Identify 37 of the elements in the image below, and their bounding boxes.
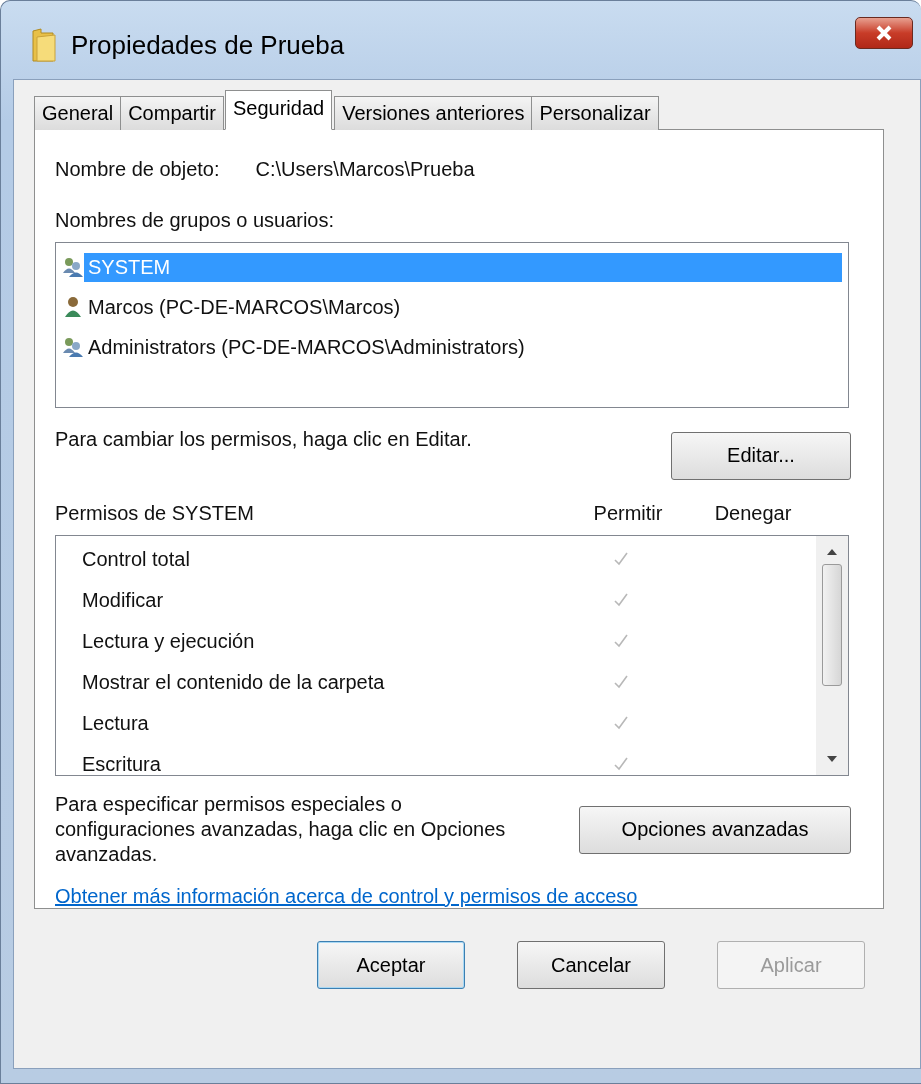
permission-name: Mostrar el contenido de la carpeta [82,670,386,694]
dialog-button[interactable]: Cancelar [517,941,665,989]
advanced-options-button[interactable]: Opciones avanzadas [579,805,851,854]
scrollbar[interactable] [816,535,848,775]
user-icon [62,296,84,318]
window-title: Propiedades de Prueba [71,29,345,61]
user-list-item[interactable]: Marcos (PC-DE-MARCOS\Marcos) [84,292,842,322]
permission-name: Modificar [82,588,165,612]
tab[interactable]: Compartir [120,96,224,130]
close-icon [874,25,894,41]
tab[interactable]: Versiones anteriores [334,96,533,130]
scroll-up-icon[interactable] [826,547,838,556]
tab[interactable]: General [34,96,122,130]
permission-name: Escritura [82,752,162,775]
allow-column-header: Permitir [592,501,664,525]
deny-column-header: Denegar [713,501,793,525]
help-link[interactable]: Obtener más información acerca de control y permisos de acceso [55,885,849,908]
permission-name: Lectura [82,711,150,735]
dialog-button[interactable]: Aceptar [317,941,465,989]
users-icon [62,256,84,278]
tab[interactable]: Personalizar [531,96,659,130]
scroll-down-icon[interactable] [826,755,838,763]
permissions-title: Permisos de SYSTEM [55,501,255,525]
object-name-value: C:\Users\Marcos\Prueba [255,158,475,181]
permission-name: Lectura y ejecución [82,629,256,653]
close-button[interactable] [855,17,913,49]
user-list-item[interactable]: Administrators (PC-DE-MARCOS\Administrators) [84,332,842,362]
scrollbar-thumb[interactable] [822,564,842,687]
object-name-label: Nombre de objeto: [55,158,220,181]
permission-name: Control total [82,547,191,571]
users-icon [62,336,84,358]
tab[interactable]: Seguridad [224,90,333,130]
edit-button[interactable]: Editar... [671,431,851,480]
users-label: Nombres de grupos o usuarios: [55,209,336,232]
folder-icon [31,27,57,63]
advanced-hint: Para especificar permisos especiales o configuraciones avanzadas, haga clic en Opciones avanzadas. [55,792,507,867]
edit-hint: Para cambiar los permisos, haga clic en Editar. [55,427,472,451]
